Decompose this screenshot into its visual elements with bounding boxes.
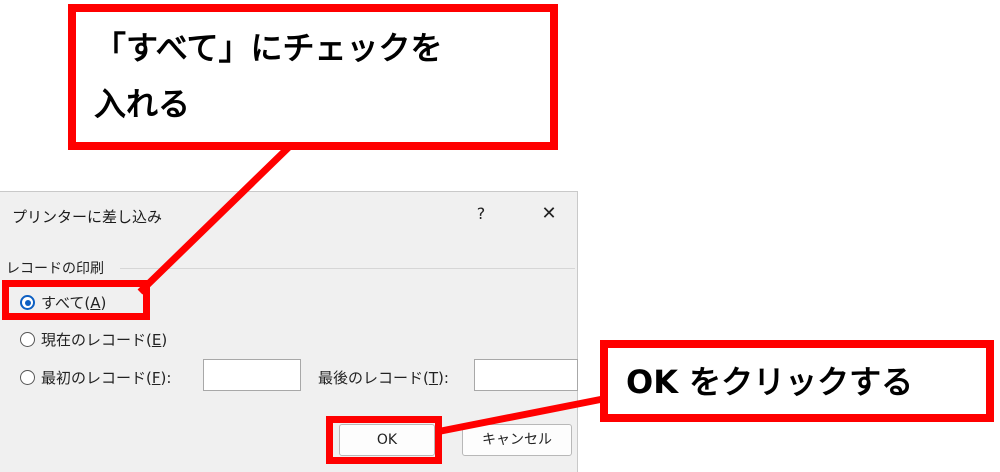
top-callout-line1: 「すべて」にチェックを: [94, 29, 443, 67]
ok-button-highlight: [326, 416, 442, 464]
right-callout-text: OK をクリックする: [626, 363, 914, 401]
all-option-highlight: [2, 280, 150, 320]
top-callout: 「すべて」にチェックを 入れる: [68, 4, 558, 150]
top-callout-pointer: [137, 143, 293, 295]
right-callout-pointer: [435, 394, 609, 436]
right-callout: OK をクリックする: [600, 340, 994, 422]
top-callout-line2: 入れる: [94, 85, 191, 123]
